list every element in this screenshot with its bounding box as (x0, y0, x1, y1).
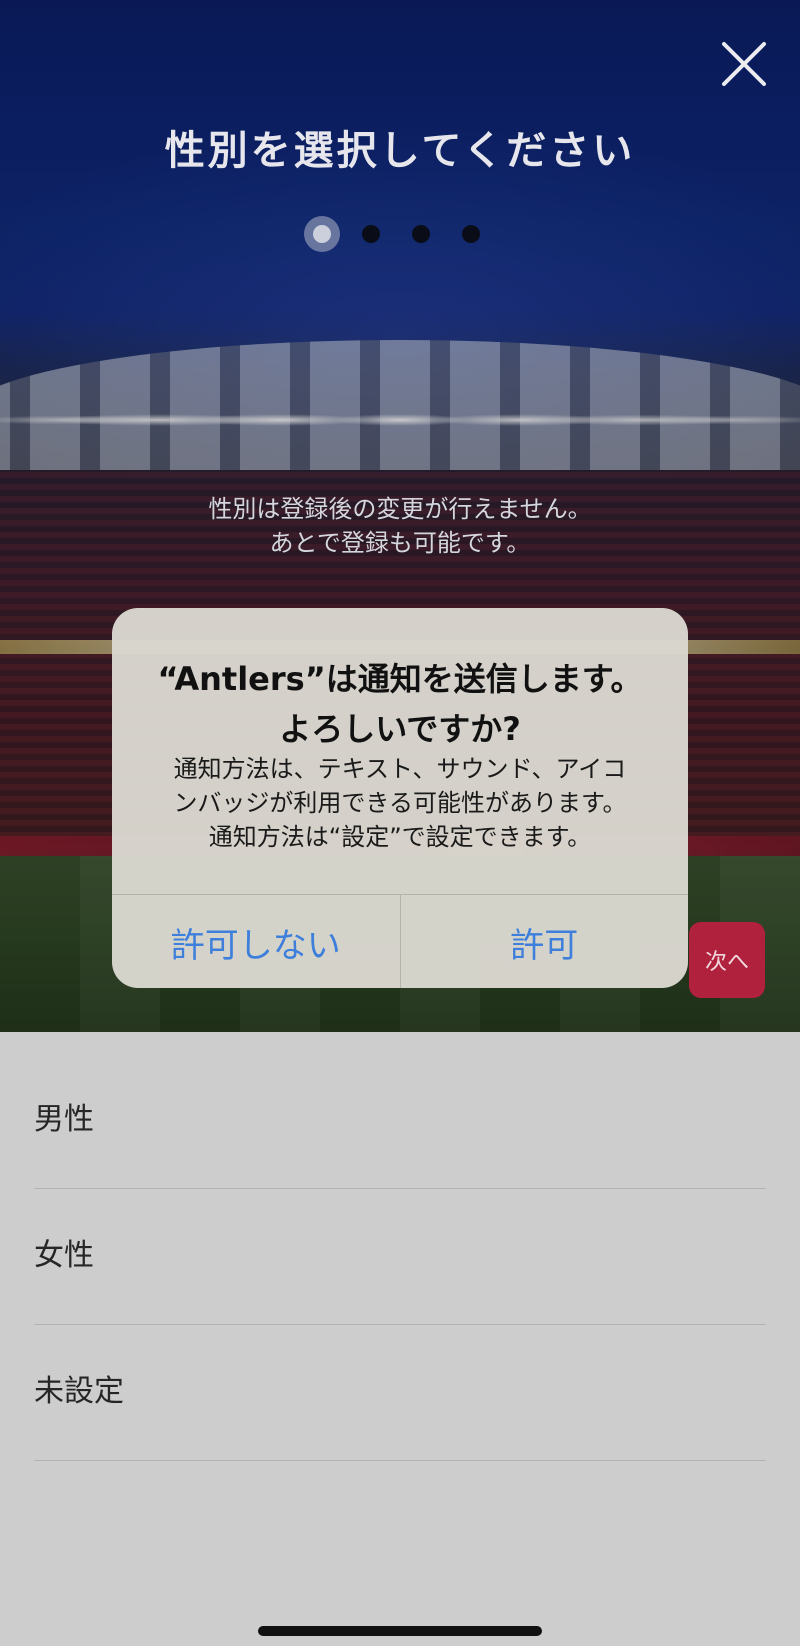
deny-button[interactable]: 許可しない (112, 895, 400, 988)
page-dot (362, 225, 380, 243)
option-female[interactable]: 女性 (34, 1189, 766, 1325)
page-indicator (0, 214, 800, 254)
notice-line: あとで登録も可能です。 (269, 529, 531, 557)
page-dot (412, 225, 430, 243)
close-button[interactable] (716, 36, 772, 92)
option-unset[interactable]: 未設定 (34, 1325, 766, 1461)
alert-title-line: よろしいですか? (279, 710, 521, 748)
close-icon (722, 42, 766, 86)
page-dot-current (304, 216, 340, 252)
alert-title: “Antlers”は通知を送信します。 よろしいですか? (112, 654, 688, 754)
home-indicator[interactable] (258, 1626, 542, 1636)
gender-option-list: 男性 女性 未設定 (34, 1053, 766, 1461)
page-dot (462, 225, 480, 243)
alert-message-line: ンバッジが利用できる可能性があります。 (173, 789, 627, 817)
alert-message: 通知方法は、テキスト、サウンド、アイコ ンバッジが利用できる可能性があります。 … (132, 752, 668, 854)
notification-permission-alert: “Antlers”は通知を送信します。 よろしいですか? 通知方法は、テキスト、… (112, 608, 688, 988)
gender-notice: 性別は登録後の変更が行えません。 あとで登録も可能です。 (0, 492, 800, 560)
allow-button[interactable]: 許可 (399, 895, 689, 988)
notice-line: 性別は登録後の変更が行えません。 (208, 495, 592, 523)
screen: 性別を選択してください 性別は登録後の変更が行えません。 あとで登録も可能です。… (0, 0, 800, 1646)
alert-title-line: “Antlers”は通知を送信します。 (157, 660, 643, 698)
alert-message-line: 通知方法は、テキスト、サウンド、アイコ (173, 755, 627, 783)
page-title: 性別を選択してください (164, 128, 636, 174)
option-male[interactable]: 男性 (34, 1053, 766, 1189)
alert-button-row: 許可しない 許可 (112, 894, 688, 988)
alert-message-line: 通知方法は“設定”で設定できます。 (208, 823, 592, 851)
next-button[interactable]: 次へ (689, 922, 765, 998)
